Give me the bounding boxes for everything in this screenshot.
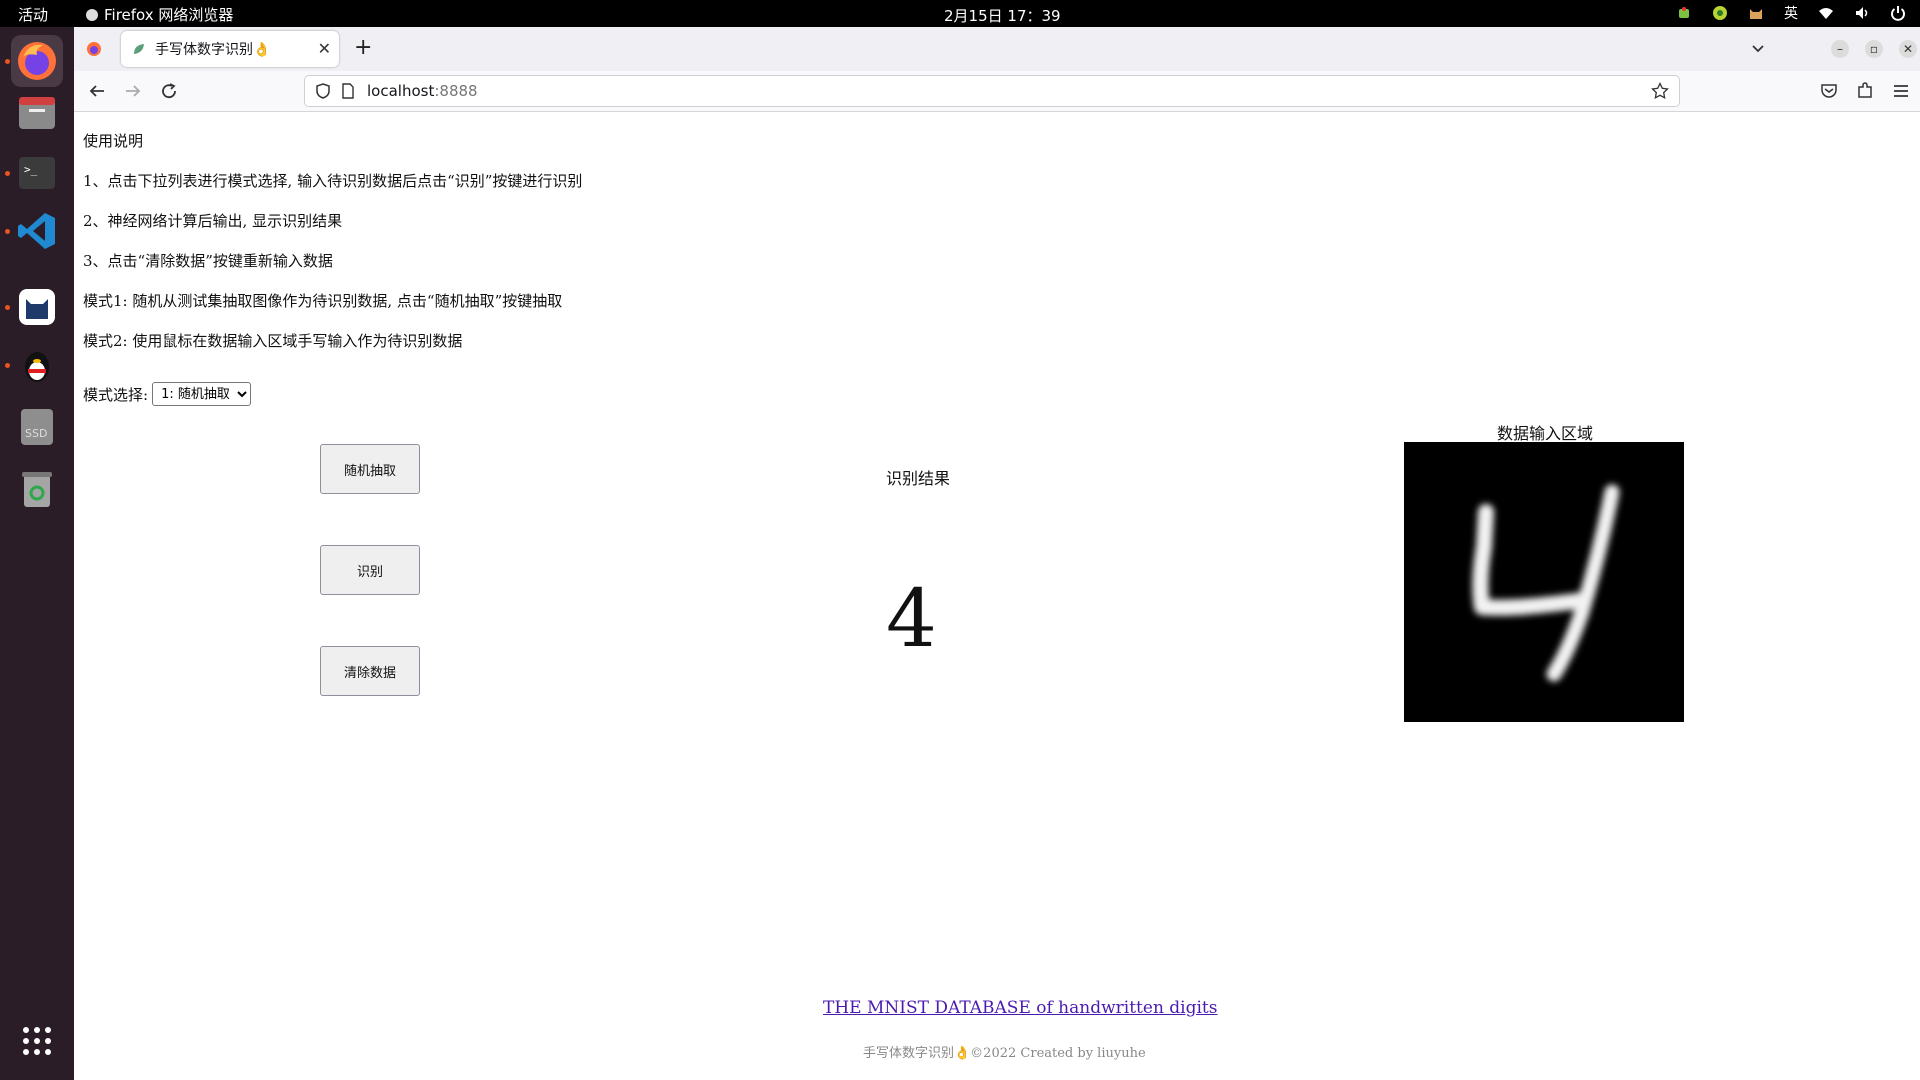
files-icon	[19, 97, 55, 129]
tab-bar: 手写体数字识别👌 ✕ + – ▫ ✕	[74, 27, 1920, 71]
system-top-bar: 活动 Firefox 网络浏览器 2月15日 17：39 英	[0, 0, 1920, 27]
maximize-button[interactable]: ▫	[1865, 40, 1883, 58]
running-indicator	[5, 171, 10, 176]
trash-icon	[22, 472, 52, 507]
input-method-indicator[interactable]: 英	[1784, 3, 1798, 23]
dock-ssd[interactable]: SSD	[11, 401, 63, 453]
result-title: 识别结果	[886, 469, 951, 488]
terminal-icon: >_	[19, 157, 55, 189]
result-value: 4	[886, 572, 937, 665]
mode-label: 模式选择:	[83, 385, 149, 404]
system-tray[interactable]: 英	[1676, 3, 1906, 23]
mode-selector-row: 模式选择: 1: 随机抽取	[83, 382, 252, 406]
list-tabs-chevron-down-icon[interactable]	[1751, 42, 1765, 56]
url-host: localhost	[367, 82, 435, 100]
firefox-icon	[18, 42, 56, 80]
pocket-icon[interactable]	[1820, 82, 1838, 100]
footer-text: 手写体数字识别👌©2022 Created by liuyuhe	[863, 1046, 1146, 1061]
svg-text:>_: >_	[24, 163, 38, 176]
extensions-puzzle-icon[interactable]	[1856, 82, 1874, 100]
navigation-toolbar: localhost:8888	[74, 71, 1920, 112]
digit-input-canvas[interactable]	[1404, 442, 1684, 722]
bookmark-star-icon[interactable]	[1651, 82, 1669, 100]
page-info-icon[interactable]	[341, 83, 355, 99]
instructions-heading: 使用说明	[83, 132, 144, 150]
url-port: :8888	[434, 82, 478, 100]
mode1-description: 模式1: 随机从测试集抽取图像作为待识别数据, 点击“随机抽取”按键抽取	[83, 292, 563, 310]
url-bar[interactable]: localhost:8888	[304, 75, 1680, 107]
tab-title: 手写体数字识别👌	[155, 42, 271, 58]
dock-trash[interactable]	[11, 463, 63, 515]
tray-app-icon[interactable]	[1676, 5, 1692, 21]
cat-app-icon	[19, 289, 55, 325]
volume-icon[interactable]	[1854, 5, 1870, 21]
running-indicator	[5, 229, 10, 234]
tray-status-icon[interactable]	[1712, 5, 1728, 21]
qq-penguin-icon	[25, 352, 49, 382]
dock-cat-app[interactable]	[11, 281, 63, 333]
forward-arrow-icon[interactable]	[124, 82, 142, 100]
wifi-icon[interactable]	[1818, 5, 1834, 21]
web-page: 使用说明 1、点击下拉列表进行模式选择, 输入待识别数据后点击“识别”按键进行识…	[74, 112, 1920, 1080]
power-icon[interactable]	[1890, 5, 1906, 21]
hamburger-menu-icon[interactable]	[1892, 82, 1910, 100]
firefox-small-icon	[86, 8, 98, 21]
instruction-line-3: 3、点击“清除数据”按键重新输入数据	[83, 252, 333, 270]
activities-button[interactable]: 活动	[18, 4, 48, 25]
close-window-button[interactable]: ✕	[1899, 40, 1917, 58]
dock: >_ SSD	[0, 27, 74, 1080]
running-indicator	[5, 363, 10, 368]
instruction-line-2: 2、神经网络计算后输出, 显示识别结果	[83, 212, 343, 230]
clock[interactable]: 2月15日 17：39	[944, 5, 1061, 26]
svg-text:SSD: SSD	[25, 427, 47, 440]
mnist-database-link[interactable]: THE MNIST DATABASE of handwritten digits	[823, 998, 1218, 1018]
firefox-view-icon[interactable]	[86, 41, 102, 57]
dock-firefox[interactable]	[11, 35, 63, 87]
tray-cat-icon[interactable]	[1748, 5, 1764, 21]
instruction-line-1: 1、点击下拉列表进行模式选择, 输入待识别数据后点击“识别”按键进行识别	[83, 172, 583, 190]
handwritten-digit-strokes	[1472, 484, 1620, 682]
ssd-drive-icon: SSD	[21, 409, 53, 445]
tab-favicon-icon	[134, 44, 144, 54]
tab-close-icon[interactable]: ✕	[318, 39, 331, 58]
random-draw-button[interactable]: 随机抽取	[320, 444, 420, 494]
recognize-button[interactable]: 识别	[320, 545, 420, 595]
url-text: localhost:8888	[367, 82, 478, 100]
running-indicator	[5, 305, 10, 310]
mode-select-dropdown[interactable]: 1: 随机抽取	[152, 382, 252, 406]
dock-qq[interactable]	[11, 339, 63, 391]
input-area-title: 数据输入区域	[1497, 424, 1594, 443]
app-menu[interactable]: Firefox 网络浏览器	[86, 4, 233, 25]
clear-data-button[interactable]: 清除数据	[320, 646, 420, 696]
shield-icon[interactable]	[315, 83, 331, 99]
mode2-description: 模式2: 使用鼠标在数据输入区域手写输入作为待识别数据	[83, 332, 463, 350]
new-tab-button[interactable]: +	[354, 35, 372, 60]
show-apps-button[interactable]	[11, 1015, 63, 1067]
back-arrow-icon[interactable]	[88, 82, 106, 100]
dock-terminal[interactable]: >_	[11, 147, 63, 199]
app-grid-icon	[23, 1027, 51, 1055]
vscode-icon	[18, 213, 55, 249]
dock-vscode[interactable]	[11, 205, 63, 257]
running-indicator	[5, 59, 10, 64]
app-name: Firefox 网络浏览器	[104, 6, 234, 24]
tab-active[interactable]: 手写体数字识别👌 ✕	[121, 31, 339, 67]
dock-files[interactable]	[11, 87, 63, 139]
minimize-button[interactable]: –	[1831, 40, 1849, 58]
reload-icon[interactable]	[160, 82, 178, 100]
